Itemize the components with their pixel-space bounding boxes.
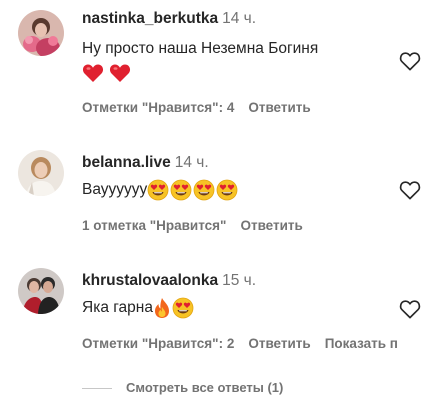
- fire-emoji-icon: [154, 298, 169, 319]
- reply-button[interactable]: Ответить: [248, 100, 310, 115]
- comment-header: belanna.live 14 ч.: [82, 153, 209, 173]
- comment-header: khrustalovaalonka 15 ч.: [82, 271, 256, 291]
- comment-emojis: [153, 296, 195, 319]
- comment-text: Ну просто наша Неземна Богиня: [82, 40, 319, 57]
- comment-emojis: [147, 178, 239, 201]
- comment-text: Вауууууу: [82, 181, 148, 198]
- timestamp[interactable]: 15 ч.: [222, 272, 256, 289]
- heart-eyes-emoji-icon: [147, 179, 169, 201]
- avatar[interactable]: [18, 10, 64, 56]
- heart-eyes-emoji-icon: [193, 179, 215, 201]
- comment-meta: 1 отметка "Нравится" Ответить: [82, 217, 303, 235]
- comment-meta: Отметки "Нравится": 2 Ответить Показать п: [82, 335, 398, 353]
- like-heart-outline-icon[interactable]: [399, 51, 421, 71]
- view-replies[interactable]: Смотреть все ответы (1): [82, 380, 283, 395]
- timestamp[interactable]: 14 ч.: [175, 154, 209, 171]
- heart-eyes-emoji-icon: [216, 179, 238, 201]
- likes-count[interactable]: Отметки "Нравится": 2: [82, 336, 234, 351]
- red-heart-icon: [82, 64, 104, 83]
- timestamp[interactable]: 14 ч.: [222, 10, 256, 27]
- show-translation-button[interactable]: Показать п: [325, 336, 398, 351]
- reply-button[interactable]: Ответить: [240, 218, 302, 233]
- comment-text-row: Яка гарна: [82, 296, 195, 319]
- red-heart-icon: [110, 64, 131, 83]
- comment-emojis: [82, 61, 132, 84]
- comment-meta: Отметки "Нравится": 4 Ответить: [82, 99, 311, 117]
- comment-header: nastinka_berkutka 14 ч.: [82, 9, 256, 29]
- heart-eyes-emoji-icon: [170, 179, 192, 201]
- avatar[interactable]: [18, 268, 64, 314]
- likes-count[interactable]: 1 отметка "Нравится": [82, 218, 226, 233]
- heart-eyes-emoji-icon: [172, 297, 194, 319]
- like-heart-outline-icon[interactable]: [399, 299, 421, 319]
- like-heart-outline-icon[interactable]: [399, 180, 421, 200]
- replies-divider: [82, 388, 112, 390]
- reply-button[interactable]: Ответить: [248, 336, 310, 351]
- avatar[interactable]: [18, 150, 64, 196]
- username[interactable]: nastinka_berkutka: [82, 10, 218, 27]
- comment-text-row: Вауууууу: [82, 178, 239, 201]
- username[interactable]: khrustalovaalonka: [82, 272, 218, 289]
- comment-text: Яка гарна: [82, 299, 153, 316]
- username[interactable]: belanna.live: [82, 154, 171, 171]
- view-replies-label[interactable]: Смотреть все ответы (1): [126, 380, 283, 395]
- likes-count[interactable]: Отметки "Нравится": 4: [82, 100, 234, 115]
